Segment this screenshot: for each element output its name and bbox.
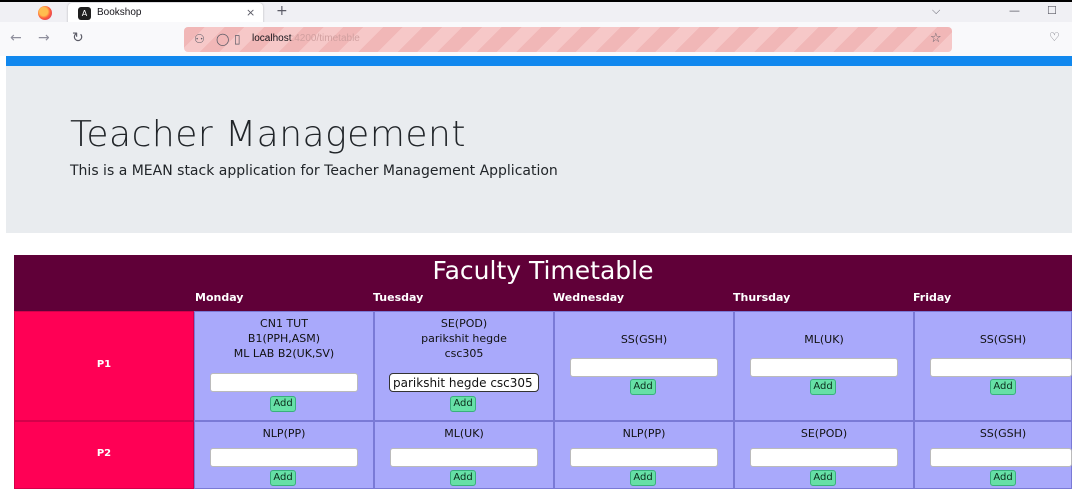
tab-list-icon[interactable]: ⌵	[932, 4, 940, 18]
cell-subject: NLP(PP)	[622, 427, 666, 440]
teacher-input[interactable]	[210, 448, 358, 467]
add-button[interactable]: Add	[630, 470, 656, 486]
page-subtitle: This is a MEAN stack application for Tea…	[70, 163, 558, 179]
bookmark-star-icon[interactable]: ☆	[930, 31, 942, 46]
teacher-input[interactable]	[570, 448, 718, 467]
timetable-cell: CN1 TUT B1(PPH,ASM) ML LAB B2(UK,SV) Add	[194, 311, 374, 421]
navigation-bar: ← → ↻ ⚇ ◯ ▯ localhost:4200/timetable ☆ ♡	[0, 22, 1072, 56]
cell-subject: CN1 TUT B1(PPH,ASM) ML LAB B2(UK,SV)	[233, 317, 335, 360]
add-button[interactable]: Add	[270, 470, 296, 486]
timetable-cell: SE(POD) parikshit hegde csc305 Add	[374, 311, 554, 421]
url-path: :4200/timetable	[291, 33, 360, 44]
day-thursday: Thursday	[733, 291, 791, 304]
url-text[interactable]: localhost:4200/timetable	[252, 33, 360, 44]
jumbotron: Teacher Management This is a MEAN stack …	[6, 66, 1072, 233]
add-button[interactable]: Add	[450, 396, 476, 412]
shield-icon[interactable]: ◯	[216, 32, 229, 46]
minimize-icon[interactable]: —	[1009, 4, 1020, 17]
teacher-input[interactable]	[389, 373, 539, 392]
pocket-icon[interactable]: ♡	[1049, 30, 1060, 44]
cell-subject: SS(GSH)	[620, 333, 668, 346]
period-label: P1	[96, 359, 112, 370]
teacher-input[interactable]	[750, 358, 898, 377]
reload-icon[interactable]: ↻	[72, 30, 84, 46]
new-tab-icon[interactable]: +	[276, 3, 288, 19]
teacher-input[interactable]	[390, 448, 538, 467]
maximize-icon[interactable]: ☐	[1047, 4, 1057, 17]
cell-subject: SE(POD)	[800, 427, 848, 440]
cell-subject: SS(GSH)	[979, 333, 1027, 346]
day-tuesday: Tuesday	[373, 291, 424, 304]
timetable-cell: ML(UK) Add	[374, 421, 554, 489]
cell-subject: ML(UK)	[804, 333, 844, 346]
add-button[interactable]: Add	[270, 396, 296, 412]
url-host: localhost	[252, 33, 292, 44]
cell-subject: NLP(PP)	[262, 427, 306, 440]
timetable-cell: SS(GSH) Add	[914, 421, 1072, 489]
timetable-cell: SE(POD) Add	[734, 421, 914, 489]
navbar-accent-bar	[6, 56, 1072, 66]
teacher-input[interactable]	[210, 373, 358, 392]
timetable-header: Faculty Timetable Monday Tuesday Wednesd…	[14, 255, 1072, 311]
teacher-input[interactable]	[570, 358, 718, 377]
add-button[interactable]: Add	[630, 379, 656, 395]
add-button[interactable]: Add	[990, 470, 1016, 486]
page-title: Teacher Management	[70, 114, 466, 155]
add-button[interactable]: Add	[990, 379, 1016, 395]
add-button[interactable]: Add	[810, 379, 836, 395]
cell-subject: SS(GSH)	[979, 427, 1027, 440]
timetable-title: Faculty Timetable	[432, 256, 654, 285]
day-friday: Friday	[913, 291, 952, 304]
angular-icon: A	[78, 7, 91, 20]
add-button[interactable]: Add	[450, 470, 476, 486]
forward-icon[interactable]: →	[38, 30, 50, 46]
day-wednesday: Wednesday	[553, 291, 625, 304]
timetable-cell: SS(GSH) Add	[554, 311, 734, 421]
day-monday: Monday	[195, 291, 244, 304]
timetable-cell: NLP(PP) Add	[554, 421, 734, 489]
close-tab-icon[interactable]: ×	[246, 6, 255, 19]
teacher-input[interactable]	[930, 358, 1072, 377]
remote-control-icon: ⚇	[194, 32, 205, 46]
cell-subject: ML(UK)	[444, 427, 484, 440]
page-icon[interactable]: ▯	[234, 32, 241, 46]
timetable-cell: ML(UK) Add	[734, 311, 914, 421]
period-label: P2	[96, 448, 112, 459]
period-p1: P1	[14, 311, 194, 421]
teacher-input[interactable]	[750, 448, 898, 467]
browser-tab-bar: A Bookshop × + ⌵ — ☐	[0, 0, 1072, 25]
tab-title: Bookshop	[97, 7, 142, 18]
firefox-icon	[38, 6, 52, 20]
period-p2: P2	[14, 421, 194, 489]
timetable-cell: NLP(PP) Add	[194, 421, 374, 489]
url-bar[interactable]: ⚇ ◯ ▯ localhost:4200/timetable ☆	[184, 27, 952, 52]
back-icon[interactable]: ←	[10, 30, 22, 46]
timetable-cell: SS(GSH) Add	[914, 311, 1072, 421]
teacher-input[interactable]	[930, 448, 1072, 467]
add-button[interactable]: Add	[810, 470, 836, 486]
cell-subject: SE(POD) parikshit hegde csc305	[421, 317, 507, 360]
